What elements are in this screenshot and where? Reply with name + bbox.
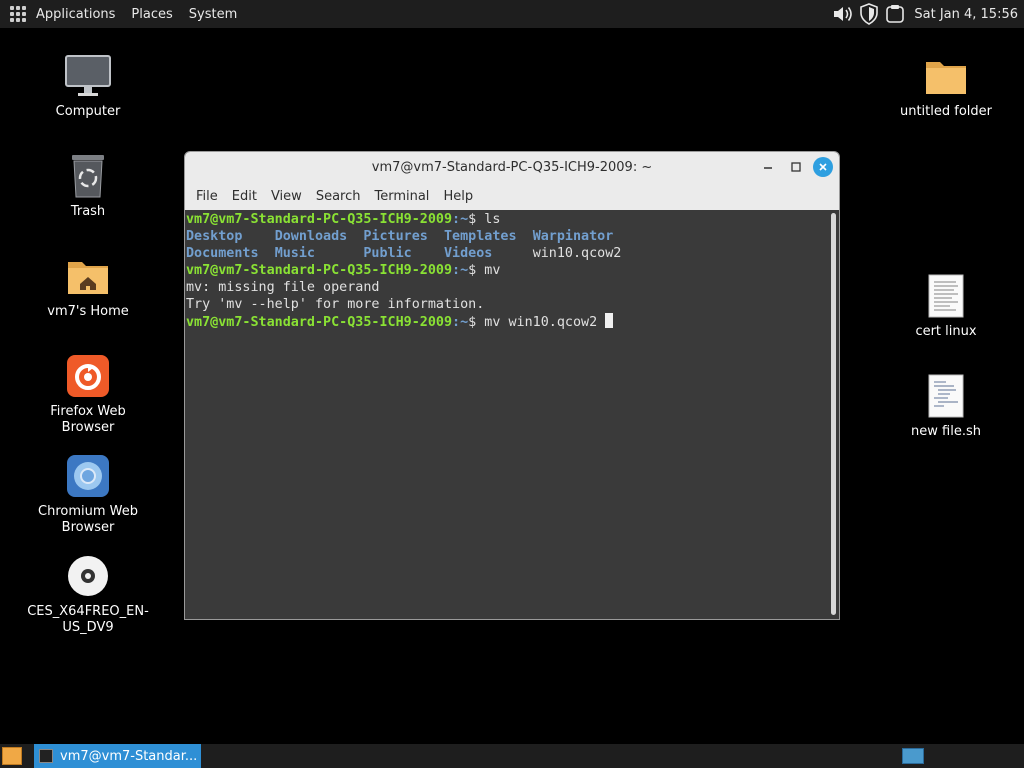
- menu-edit[interactable]: Edit: [225, 189, 264, 204]
- chromium-icon: [64, 452, 112, 500]
- terminal-line: vm7@vm7-Standard-PC-Q35-ICH9-2009:~$ mv …: [186, 313, 827, 331]
- ls-entry: Desktop: [186, 229, 243, 244]
- apps-grid-icon[interactable]: [10, 6, 26, 22]
- terminal-line: Documents Music Public Videos win10.qcow…: [186, 245, 827, 262]
- terminal-line: Desktop Downloads Pictures Templates War…: [186, 228, 827, 245]
- desktop-icon-label: Firefox Web Browser: [50, 404, 126, 435]
- firefox-icon: [64, 352, 112, 400]
- desktop-icon-firefox[interactable]: Firefox Web Browser: [23, 352, 153, 436]
- ls-entry: Music: [274, 246, 315, 261]
- command-text: mv: [484, 263, 501, 278]
- taskbar-terminal-button[interactable]: vm7@vm7-Standar...: [34, 744, 201, 768]
- command-text: ls: [484, 212, 501, 227]
- window-title: vm7@vm7-Standard-PC-Q35-ICH9-2009: ~: [371, 159, 653, 175]
- shield-icon[interactable]: [858, 3, 880, 25]
- ls-entry: Documents: [186, 246, 259, 261]
- ls-entry: Public: [363, 246, 412, 261]
- menu-system[interactable]: System: [181, 0, 245, 28]
- ls-entry: win10.qcow2: [532, 246, 622, 261]
- desktop-icon-label: Trash: [70, 204, 106, 219]
- clock[interactable]: Sat Jan 4, 15:56: [914, 7, 1018, 22]
- script-file-icon: [922, 372, 970, 420]
- scrollbar-thumb[interactable]: [831, 213, 836, 615]
- workspace-switcher[interactable]: [902, 748, 924, 764]
- clipboard-icon[interactable]: [884, 3, 906, 25]
- desktop-icon-label: vm7's Home: [47, 304, 129, 319]
- prompt-user: vm7@vm7-Standard-PC-Q35-ICH9-2009: [186, 263, 453, 278]
- computer-icon: [64, 52, 112, 100]
- desktop-icon-chromium[interactable]: Chromium Web Browser: [23, 452, 153, 536]
- terminal-line: vm7@vm7-Standard-PC-Q35-ICH9-2009:~$ mv: [186, 263, 501, 278]
- ls-entry: Templates: [444, 229, 517, 244]
- prompt-user: vm7@vm7-Standard-PC-Q35-ICH9-2009: [186, 212, 453, 227]
- desktop-icon-cert-linux[interactable]: cert linux: [881, 272, 1011, 340]
- desktop-icon-home[interactable]: vm7's Home: [23, 252, 153, 320]
- terminal-output[interactable]: vm7@vm7-Standard-PC-Q35-ICH9-2009:~$ ls D…: [185, 210, 827, 619]
- menu-help[interactable]: Help: [436, 189, 480, 204]
- menu-places[interactable]: Places: [123, 0, 180, 28]
- prompt-path: ~: [460, 263, 469, 278]
- terminal-window[interactable]: vm7@vm7-Standard-PC-Q35-ICH9-2009: ~ Fil…: [184, 151, 840, 620]
- taskbar-label: vm7@vm7-Standar...: [60, 748, 198, 764]
- desktop-icon-label: cert linux: [915, 324, 977, 339]
- desktop-icon-untitled-folder[interactable]: untitled folder: [881, 52, 1011, 120]
- menu-view[interactable]: View: [264, 189, 309, 204]
- desktop-icon-label: CES_X64FREO_EN-US_DV9: [27, 604, 149, 635]
- menu-applications[interactable]: Applications: [28, 0, 123, 28]
- desktop-icon-label: Chromium Web Browser: [38, 504, 138, 535]
- bottom-panel: vm7@vm7-Standar...: [0, 744, 1024, 768]
- disc-icon: [64, 552, 112, 600]
- terminal-scrollbar[interactable]: [827, 210, 839, 619]
- window-titlebar[interactable]: vm7@vm7-Standard-PC-Q35-ICH9-2009: ~: [185, 152, 839, 182]
- trash-icon: [64, 152, 112, 200]
- desktop-icon-label: Computer: [55, 104, 121, 119]
- ls-entry: Downloads: [274, 229, 348, 244]
- menu-terminal[interactable]: Terminal: [367, 189, 436, 204]
- text-cursor: [605, 313, 614, 328]
- command-text: mv win10.qcow2: [484, 315, 606, 330]
- show-desktop-icon[interactable]: [2, 747, 22, 765]
- desktop-icon-label: new file.sh: [911, 424, 981, 439]
- top-panel: Applications Places System Sat Jan 4, 15…: [0, 0, 1024, 28]
- window-controls: [751, 156, 833, 178]
- desktop-icon-new-file-sh[interactable]: new file.sh: [881, 372, 1011, 440]
- maximize-button[interactable]: [785, 156, 807, 178]
- desktop-icon-disc[interactable]: CES_X64FREO_EN-US_DV9: [23, 552, 153, 636]
- ls-entry: Pictures: [363, 229, 428, 244]
- terminal-line: vm7@vm7-Standard-PC-Q35-ICH9-2009:~$ ls: [186, 212, 501, 227]
- prompt-user: vm7@vm7-Standard-PC-Q35-ICH9-2009: [186, 315, 453, 330]
- desktop-icon-label: untitled folder: [899, 104, 992, 119]
- desktop-icon-trash[interactable]: Trash: [23, 152, 153, 220]
- prompt-path: ~: [460, 315, 469, 330]
- close-button[interactable]: [813, 157, 833, 177]
- desktop-icon-computer[interactable]: Computer: [23, 52, 153, 120]
- menu-file[interactable]: File: [189, 189, 225, 204]
- terminal-line: Try 'mv --help' for more information.: [186, 297, 485, 312]
- terminal-icon: [39, 749, 53, 763]
- home-folder-icon: [64, 252, 112, 300]
- terminal-line: mv: missing file operand: [186, 280, 380, 295]
- terminal-menubar: File Edit View Search Terminal Help: [185, 182, 839, 211]
- volume-icon[interactable]: [832, 3, 854, 25]
- text-file-icon: [922, 272, 970, 320]
- prompt-separator: :: [452, 212, 461, 227]
- ls-entry: Warpinator: [532, 229, 614, 244]
- system-tray: Sat Jan 4, 15:56: [832, 0, 1024, 28]
- menu-search[interactable]: Search: [309, 189, 368, 204]
- ls-entry: Videos: [444, 246, 493, 261]
- minimize-button[interactable]: [757, 156, 779, 178]
- folder-icon: [922, 52, 970, 100]
- prompt-path: ~: [460, 212, 469, 227]
